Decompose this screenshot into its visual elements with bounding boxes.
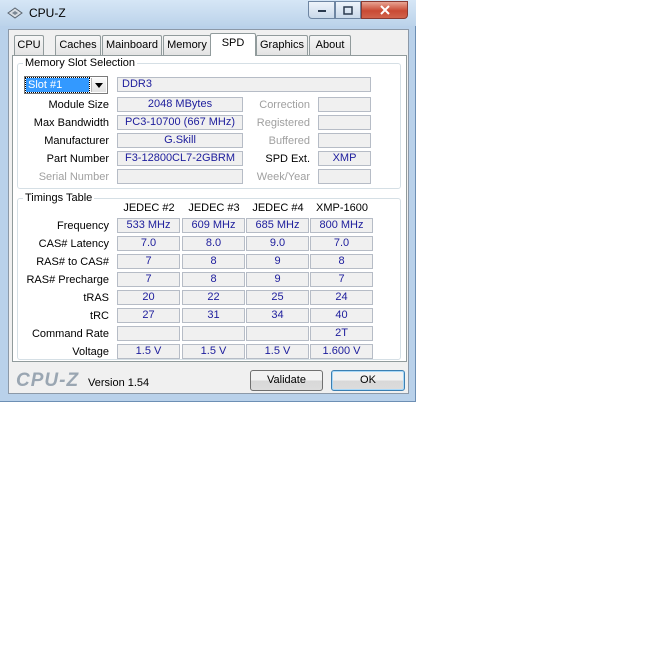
timing-value-field: 9	[246, 272, 309, 287]
timing-value-field: 1.5 V	[117, 344, 180, 359]
timing-value-field: 8.0	[182, 236, 245, 251]
correction-field	[318, 97, 371, 112]
timings-column-header: JEDEC #4	[252, 202, 304, 214]
timing-value-field: 8	[182, 254, 245, 269]
timing-value-field: 609 MHz	[182, 218, 245, 233]
minimize-icon	[317, 10, 326, 12]
spd-ext-field: XMP	[318, 151, 371, 166]
close-button[interactable]	[361, 1, 408, 19]
timing-value-field: 2T	[310, 326, 373, 341]
timing-row-label: Voltage	[72, 346, 109, 358]
timings-column-header: JEDEC #2	[123, 202, 175, 214]
chevron-down-icon	[95, 82, 103, 88]
timing-value-field: 20	[117, 290, 180, 305]
timing-row-label: tRAS	[83, 292, 109, 304]
registered-label: Registered	[256, 117, 310, 129]
cpuz-window: CPU-Z CPU Caches Mainboard Memory SPD Gr…	[0, 0, 416, 402]
correction-label: Correction	[259, 99, 310, 111]
part-number-field: F3-12800CL7-2GBRM	[117, 151, 243, 166]
serial-number-label: Serial Number	[38, 171, 109, 183]
timing-value-field: 7	[117, 254, 180, 269]
timing-row-label: Command Rate	[31, 328, 109, 340]
tab-caches[interactable]: Caches	[55, 35, 101, 55]
validate-button[interactable]: Validate	[250, 370, 323, 391]
timing-value-field	[117, 326, 180, 341]
manufacturer-field: G.Skill	[117, 133, 243, 148]
timing-row-label: RAS# to CAS#	[36, 256, 109, 268]
tab-spd[interactable]: SPD	[210, 33, 256, 56]
timings-group-title: Timings Table	[23, 192, 95, 204]
timing-value-field: 7	[310, 272, 373, 287]
tab-memory[interactable]: Memory	[163, 35, 211, 55]
slot-select-arrow[interactable]	[91, 78, 106, 92]
close-icon	[379, 5, 390, 15]
timing-row-label: CAS# Latency	[38, 238, 109, 250]
slot-select[interactable]: Slot #1	[24, 76, 108, 94]
timing-value-field: 1.600 V	[310, 344, 373, 359]
timings-column-header: JEDEC #3	[188, 202, 240, 214]
registered-field	[318, 115, 371, 130]
timing-value-field: 22	[182, 290, 245, 305]
maximize-button[interactable]	[335, 1, 361, 19]
timing-value-field: 1.5 V	[246, 344, 309, 359]
timing-value-field: 31	[182, 308, 245, 323]
serial-number-field	[117, 169, 243, 184]
timing-value-field: 8	[310, 254, 373, 269]
minimize-button[interactable]	[308, 1, 335, 19]
timing-value-field: 7.0	[117, 236, 180, 251]
timing-value-field: 9.0	[246, 236, 309, 251]
timing-value-field: 685 MHz	[246, 218, 309, 233]
timing-value-field: 8	[182, 272, 245, 287]
timing-value-field: 1.5 V	[182, 344, 245, 359]
module-size-label: Module Size	[48, 99, 109, 111]
timing-value-field: 25	[246, 290, 309, 305]
title-bar[interactable]: CPU-Z	[0, 0, 416, 26]
buffered-label: Buffered	[268, 135, 310, 147]
cpuz-brand-logo: CPU-Z	[16, 370, 80, 391]
module-size-field: 2048 MBytes	[117, 97, 243, 112]
window-title: CPU-Z	[29, 6, 66, 20]
week-year-field	[318, 169, 371, 184]
timing-row-label: RAS# Precharge	[26, 274, 109, 286]
week-year-label: Week/Year	[256, 171, 310, 183]
tab-about[interactable]: About	[309, 35, 351, 55]
manufacturer-label: Manufacturer	[44, 135, 109, 147]
timing-value-field: 7.0	[310, 236, 373, 251]
timing-value-field	[246, 326, 309, 341]
slot-select-value: Slot #1	[25, 77, 90, 93]
memory-slot-group-title: Memory Slot Selection	[23, 57, 138, 69]
ok-button[interactable]: OK	[331, 370, 405, 391]
tab-mainboard[interactable]: Mainboard	[102, 35, 162, 55]
timing-value-field: 40	[310, 308, 373, 323]
timing-value-field: 9	[246, 254, 309, 269]
max-bandwidth-field: PC3-10700 (667 MHz)	[117, 115, 243, 130]
timing-row-label: tRC	[90, 310, 109, 322]
spd-ext-label: SPD Ext.	[265, 153, 310, 165]
buffered-field	[318, 133, 371, 148]
tab-graphics[interactable]: Graphics	[256, 35, 308, 55]
timing-value-field: 34	[246, 308, 309, 323]
max-bandwidth-label: Max Bandwidth	[33, 117, 109, 129]
timing-value-field: 7	[117, 272, 180, 287]
timing-value-field: 800 MHz	[310, 218, 373, 233]
timing-value-field: 24	[310, 290, 373, 305]
cpuz-app-icon	[7, 7, 23, 19]
timing-row-label: Frequency	[57, 220, 109, 232]
timing-value-field	[182, 326, 245, 341]
timings-column-header: XMP-1600	[316, 202, 368, 214]
timing-value-field: 27	[117, 308, 180, 323]
version-text: Version 1.54	[88, 377, 150, 389]
part-number-label: Part Number	[46, 153, 109, 165]
memory-type-field: DDR3	[117, 77, 371, 92]
maximize-icon	[343, 5, 353, 15]
timing-value-field: 533 MHz	[117, 218, 180, 233]
tab-cpu[interactable]: CPU	[14, 35, 44, 55]
